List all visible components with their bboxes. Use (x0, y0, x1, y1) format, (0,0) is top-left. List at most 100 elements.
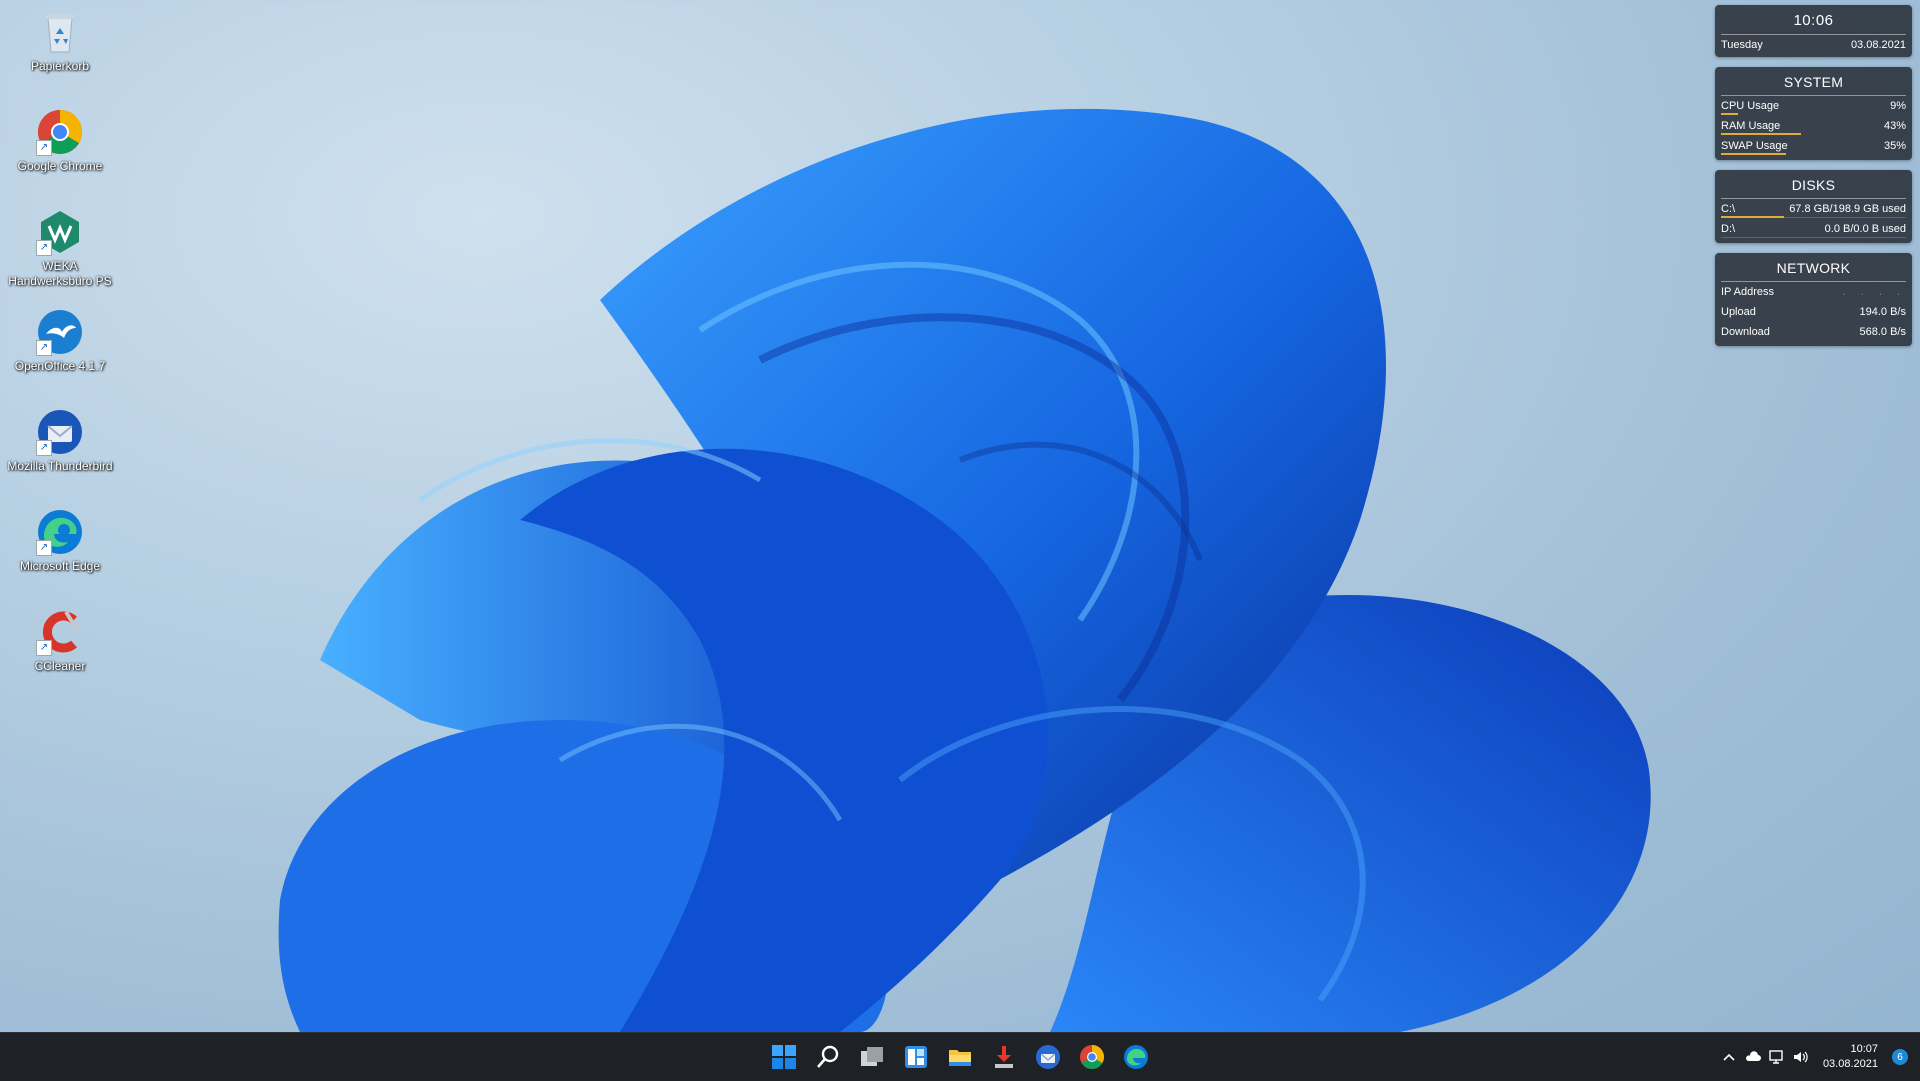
disks-gadget[interactable]: DISKS C:\ 67.8 GB/198.9 GB used D:\ 0.0 … (1715, 170, 1912, 243)
gadget-clock-day: Tuesday (1721, 39, 1763, 51)
taskbar-time: 10:07 (1850, 1043, 1878, 1055)
edge-icon: ↗ (36, 508, 84, 556)
desktop-icon-openoffice[interactable]: ↗ OpenOffice 4.1.7 (2, 302, 118, 398)
desktop-icon-google-chrome[interactable]: ↗ Google Chrome (2, 102, 118, 198)
shortcut-arrow-icon: ↗ (36, 540, 52, 556)
row-label: D:\ (1721, 223, 1736, 235)
row-label: SWAP Usage (1721, 140, 1788, 152)
thunderbird-icon: ↗ (36, 408, 84, 456)
thunderbird-icon (1036, 1045, 1060, 1069)
row-label: Download (1721, 326, 1770, 338)
chrome-taskbar-button[interactable] (1070, 1035, 1114, 1079)
row-value: 43% (1883, 120, 1906, 132)
network-icon (1769, 1050, 1783, 1064)
desktop-icon-label: Microsoft Edge (19, 559, 101, 573)
shortcut-arrow-icon: ↗ (36, 140, 52, 156)
file-explorer-button[interactable] (938, 1035, 982, 1079)
row-value: 0.0 B/0.0 B used (1824, 223, 1906, 235)
desktop-icon-label: CCleaner (34, 659, 86, 673)
wallpaper-bloom (278, 108, 1651, 1032)
openoffice-icon: ↗ (36, 308, 84, 356)
shortcut-arrow-icon: ↗ (36, 640, 52, 656)
row-value: . . . . (1842, 286, 1906, 298)
usage-bar-track (1721, 237, 1906, 238)
volume-button[interactable] (1789, 1037, 1813, 1077)
row-label: C:\ (1721, 203, 1736, 215)
desktop-icon-edge[interactable]: ↗ Microsoft Edge (2, 502, 118, 598)
taskbar-date: 03.08.2021 (1822, 1058, 1878, 1070)
desktop-icon-weka[interactable]: ↗ WEKA Handwerksbüro PS (2, 202, 118, 298)
widgets-button[interactable] (894, 1035, 938, 1079)
usage-bar (1721, 113, 1738, 115)
chevron-up-icon (1723, 1053, 1735, 1061)
gadget-title: NETWORK (1776, 260, 1851, 276)
gadget-clock-time: 10:06 (1793, 12, 1834, 29)
cloud-icon (1746, 1051, 1761, 1061)
usage-bar (1721, 133, 1801, 135)
network-row-upload: Upload 194.0 B/s (1715, 302, 1912, 322)
task-view-button[interactable] (850, 1035, 894, 1079)
desktop-icon-label: Papierkorb (30, 59, 90, 73)
search-button[interactable] (806, 1035, 850, 1079)
sidebar-gadgets: 10:06 Tuesday 03.08.2021 SYSTEM CPU Usag… (1715, 5, 1912, 356)
gadget-title: DISKS (1791, 177, 1836, 193)
desktop-icon-ccleaner[interactable]: ↗ CCleaner (2, 602, 118, 698)
weka-icon: ↗ (36, 208, 84, 256)
desktop-icon-label: OpenOffice 4.1.7 (14, 359, 106, 373)
taskbar: 10:07 03.08.2021 6 (0, 1032, 1920, 1081)
shortcut-arrow-icon: ↗ (36, 240, 52, 256)
row-value: 67.8 GB/198.9 GB used (1789, 203, 1906, 215)
edge-icon (1124, 1045, 1148, 1069)
download-app-button[interactable] (982, 1035, 1026, 1079)
row-value: 35% (1883, 140, 1906, 152)
taskbar-clock[interactable]: 10:07 03.08.2021 (1813, 1042, 1886, 1072)
system-row-cpu: CPU Usage 9% (1715, 96, 1912, 116)
gadget-clock-date: 03.08.2021 (1850, 39, 1906, 51)
volume-icon (1793, 1051, 1808, 1063)
onedrive-button[interactable] (1741, 1037, 1765, 1077)
row-value: 568.0 B/s (1859, 326, 1906, 338)
task-view-icon (861, 1047, 883, 1066)
download-app-icon (995, 1046, 1013, 1068)
gadget-clock-date-row: Tuesday 03.08.2021 (1715, 35, 1912, 57)
desktop-icon-label: WEKA Handwerksbüro PS (8, 259, 112, 288)
taskbar-apps (762, 1033, 1158, 1081)
network-gadget[interactable]: NETWORK IP Address . . . . Upload 194.0 … (1715, 253, 1912, 346)
start-icon (772, 1045, 796, 1069)
system-gadget[interactable]: SYSTEM CPU Usage 9% RAM Usage 43% SWAP U… (1715, 67, 1912, 160)
widgets-icon (905, 1046, 927, 1068)
usage-bar (1721, 216, 1784, 218)
ccleaner-icon: ↗ (36, 608, 84, 656)
search-icon (817, 1045, 839, 1068)
row-value: 9% (1890, 100, 1906, 112)
gadget-title: SYSTEM (1783, 74, 1844, 90)
thunderbird-taskbar-button[interactable] (1026, 1035, 1070, 1079)
desktop-icon-thunderbird[interactable]: ↗ Mozilla Thunderbird (2, 402, 118, 498)
shortcut-arrow-icon: ↗ (36, 340, 52, 356)
notification-badge[interactable]: 6 (1892, 1049, 1908, 1065)
system-tray: 10:07 03.08.2021 6 (1717, 1033, 1920, 1081)
network-row-ip: IP Address . . . . (1715, 282, 1912, 302)
row-value: 194.0 B/s (1859, 306, 1906, 318)
row-label: CPU Usage (1721, 100, 1780, 112)
recycle-bin-icon (36, 8, 84, 56)
row-label: Upload (1721, 306, 1756, 318)
network-button[interactable] (1765, 1037, 1789, 1077)
tray-overflow-button[interactable] (1717, 1037, 1741, 1077)
usage-bar (1721, 153, 1786, 155)
start-button[interactable] (762, 1035, 806, 1079)
desktop-icon-recycle-bin[interactable]: Papierkorb (2, 2, 118, 98)
disk-row-d: D:\ 0.0 B/0.0 B used (1715, 219, 1912, 239)
desktop-icon-label: Mozilla Thunderbird (7, 459, 113, 473)
edge-taskbar-button[interactable] (1114, 1035, 1158, 1079)
chrome-icon: ↗ (36, 108, 84, 156)
system-row-swap: SWAP Usage 35% (1715, 136, 1912, 156)
disk-row-c: C:\ 67.8 GB/198.9 GB used (1715, 199, 1912, 219)
clock-gadget[interactable]: 10:06 Tuesday 03.08.2021 (1715, 5, 1912, 57)
desktop-icon-label: Google Chrome (17, 159, 103, 173)
system-row-ram: RAM Usage 43% (1715, 116, 1912, 136)
row-label: IP Address (1721, 286, 1774, 298)
row-label: RAM Usage (1721, 120, 1781, 132)
shortcut-arrow-icon: ↗ (36, 440, 52, 456)
chrome-icon (1080, 1045, 1105, 1070)
